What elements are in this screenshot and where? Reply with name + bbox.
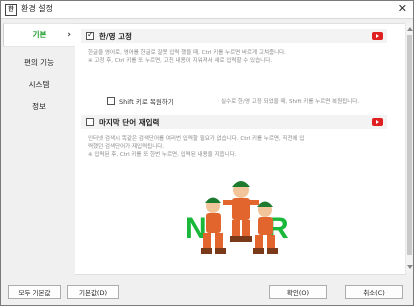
button-bar: 모두 기본값 기본값(D) 확인(O) 취소(C) (1, 276, 413, 305)
settings-window: 한 환경 설정 ✕ 기본 › 편의 기능 시스템 정보 한/영 고정 한글을 영… (0, 0, 414, 306)
mascot-center (223, 181, 259, 242)
scroll-thumb[interactable] (407, 35, 412, 255)
settings-panel: 한/영 고정 한글을 영어로, 영어를 한글로 잘못 입력 했을 때, Ctrl… (75, 23, 406, 275)
cancel-button[interactable]: 취소(C) (345, 285, 403, 299)
sidebar-item-info[interactable]: 정보 (3, 96, 75, 118)
close-icon[interactable]: ✕ (398, 2, 407, 15)
section-description: 력했던 검색단어가 재입력됩니다. (88, 144, 165, 150)
scroll-up-icon[interactable] (407, 27, 413, 31)
sidebar-item-system[interactable]: 시스템 (3, 74, 75, 96)
title-bar: 한 환경 설정 ✕ (1, 1, 413, 19)
last-word-checkbox[interactable] (86, 118, 94, 126)
youtube-icon[interactable] (372, 32, 383, 40)
vertical-scrollbar[interactable] (405, 23, 413, 273)
reset-button[interactable]: 기본값(D) (67, 285, 119, 299)
shift-restore-description: 실수로 한/영 고정 되었을 때, Shift 키를 누르면 복원됩니다. (221, 99, 360, 105)
shift-restore-label[interactable]: Shift 키로 복원하기 (119, 96, 174, 106)
section-header-hanyoung-lock: 한/영 고정 (81, 29, 387, 43)
sidebar-item-label: 편의 기능 (24, 58, 54, 67)
sidebar-item-label: 기본 (32, 30, 47, 39)
hanyoung-lock-checkbox[interactable] (86, 30, 94, 40)
sidebar: 기본 › 편의 기능 시스템 정보 (3, 23, 75, 275)
window-title: 환경 설정 (21, 4, 53, 13)
section-title: 한/영 고정 (99, 32, 132, 41)
section-header-last-word: 마지막 단어 재입력 (81, 115, 387, 129)
scroll-down-icon[interactable] (407, 265, 413, 269)
sidebar-item-label: 시스템 (28, 80, 50, 89)
ok-button[interactable]: 확인(O) (269, 285, 327, 299)
sidebar-item-label: 정보 (32, 102, 46, 111)
section-description: ※ 입력된 후, Ctrl 키를 또 한번 누르면, 입력된 내용을 지웁니다. (88, 152, 237, 158)
naver-mascot-illustration: N R (185, 181, 289, 254)
sidebar-item-convenience[interactable]: 편의 기능 (3, 52, 75, 74)
section-description: 인터넷 검색시 똑같은 검색단어를 여러번 입력할 필요가 없습니다. Ctrl… (88, 136, 305, 142)
app-icon: 한 (5, 4, 17, 16)
sidebar-item-basic[interactable]: 기본 › (3, 23, 75, 47)
chevron-right-icon: › (67, 30, 71, 40)
reset-all-button[interactable]: 모두 기본값 (8, 285, 61, 299)
section-description: 한글을 영어로, 영어를 한글로 잘못 입력 했을 때, Ctrl 키를 누르면… (88, 50, 286, 56)
shift-restore-checkbox[interactable] (107, 97, 115, 105)
section-description: ※ 고정 후, Ctrl 키를 또 누르면, 고친 내용이 지워져서 새로 입력… (88, 58, 273, 64)
section-title: 마지막 단어 재입력 (99, 118, 160, 127)
youtube-icon[interactable] (372, 118, 383, 126)
